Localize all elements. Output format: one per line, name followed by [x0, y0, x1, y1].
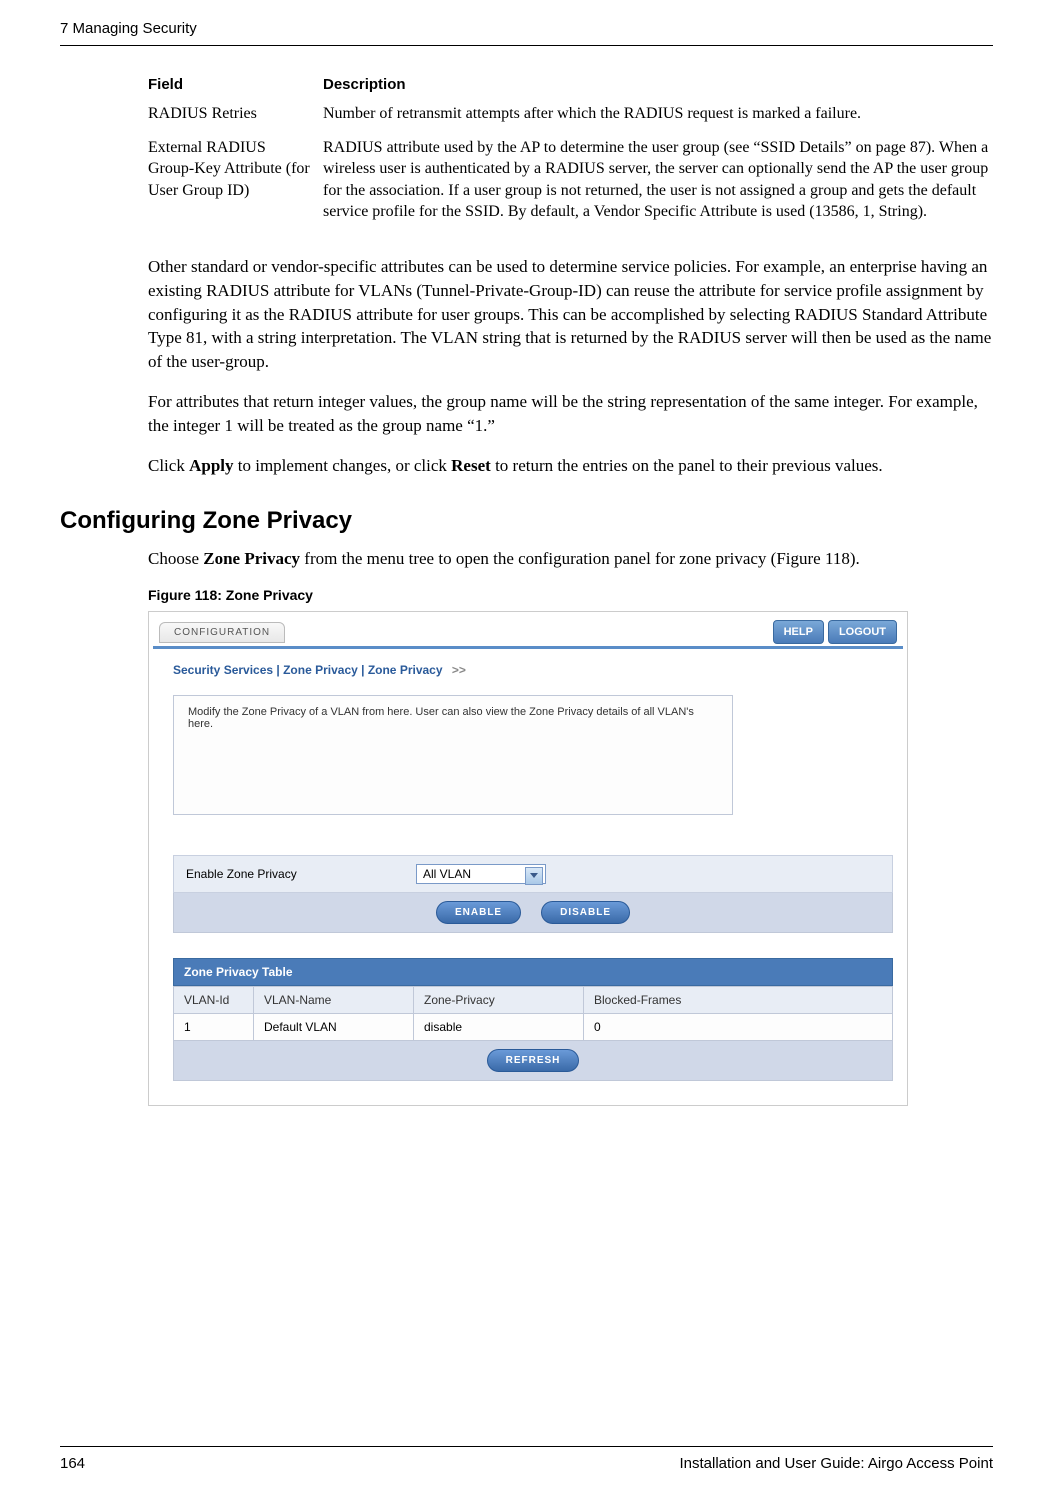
info-box: Modify the Zone Privacy of a VLAN from h… [173, 695, 733, 815]
field-cell: External RADIUS Group-Key Attribute (for… [148, 137, 323, 235]
table-title: Zone Privacy Table [173, 958, 893, 986]
text-fragment: to implement changes, or click [234, 456, 452, 475]
field-description-table: Field Description RADIUS Retries Number … [148, 76, 993, 235]
cell-zone-privacy: disable [414, 1014, 584, 1041]
disable-button[interactable]: DISABLE [541, 901, 630, 924]
breadcrumb: Security Services | Zone Privacy | Zone … [153, 646, 903, 687]
chevron-down-icon [530, 873, 538, 878]
enable-disable-button-row: ENABLE DISABLE [173, 893, 893, 933]
text-fragment: from the menu tree to open the configura… [300, 549, 860, 568]
section-intro: Choose Zone Privacy from the menu tree t… [148, 547, 993, 571]
enable-label: Enable Zone Privacy [186, 867, 416, 881]
page-header: 7 Managing Security [60, 0, 993, 46]
body-paragraph: Click Apply to implement changes, or cli… [148, 454, 993, 478]
column-header-field: Field [148, 76, 323, 103]
main-content: Field Description RADIUS Retries Number … [60, 46, 993, 1106]
config-bar: CONFIGURATION HELP LOGOUT [153, 616, 903, 644]
bold-zone-privacy: Zone Privacy [203, 549, 300, 568]
page-number: 164 [60, 1455, 85, 1472]
table-row: RADIUS Retries Number of retransmit atte… [148, 103, 993, 137]
vlan-dropdown[interactable]: All VLAN [416, 864, 546, 884]
breadcrumb-arrow-icon: >> [452, 663, 466, 677]
bold-reset: Reset [451, 456, 491, 475]
refresh-button-row: REFRESH [173, 1041, 893, 1081]
configuration-tab[interactable]: CONFIGURATION [159, 622, 285, 643]
cell-vlan-name: Default VLAN [254, 1014, 414, 1041]
chapter-label: 7 Managing Security [60, 20, 197, 37]
refresh-button[interactable]: REFRESH [487, 1049, 580, 1072]
panel-area: Modify the Zone Privacy of a VLAN from h… [153, 687, 903, 1101]
footer-title: Installation and User Guide: Airgo Acces… [679, 1455, 993, 1472]
text-fragment: Click [148, 456, 189, 475]
body-paragraph: Other standard or vendor-specific attrib… [148, 255, 993, 374]
table-row: External RADIUS Group-Key Attribute (for… [148, 137, 993, 235]
dropdown-value: All VLAN [423, 867, 471, 881]
cell-vlan-id: 1 [174, 1014, 254, 1041]
body-paragraph: For attributes that return integer value… [148, 390, 993, 438]
column-vlan-id: VLAN-Id [174, 987, 254, 1014]
page-footer: 164 Installation and User Guide: Airgo A… [60, 1446, 993, 1472]
breadcrumb-text: Security Services | Zone Privacy | Zone … [173, 663, 443, 677]
enable-button[interactable]: ENABLE [436, 901, 521, 924]
bold-apply: Apply [189, 456, 233, 475]
figure-screenshot: CONFIGURATION HELP LOGOUT Security Servi… [148, 611, 908, 1106]
logout-button[interactable]: LOGOUT [828, 620, 897, 644]
field-cell: RADIUS Retries [148, 103, 323, 137]
cell-blocked-frames: 0 [584, 1014, 893, 1041]
table-row: 1 Default VLAN disable 0 [174, 1014, 893, 1041]
column-header-description: Description [323, 76, 993, 103]
section-heading: Configuring Zone Privacy [60, 507, 993, 535]
text-fragment: Choose [148, 549, 203, 568]
figure-caption: Figure 118: Zone Privacy [148, 587, 993, 603]
description-cell: Number of retransmit attempts after whic… [323, 103, 993, 137]
zone-privacy-table-section: Zone Privacy Table VLAN-Id VLAN-Name Zon… [173, 958, 893, 1081]
enable-zone-privacy-row: Enable Zone Privacy All VLAN [173, 855, 893, 893]
column-vlan-name: VLAN-Name [254, 987, 414, 1014]
text-fragment: to return the entries on the panel to th… [491, 456, 883, 475]
zone-privacy-table: VLAN-Id VLAN-Name Zone-Privacy Blocked-F… [173, 986, 893, 1041]
column-blocked-frames: Blocked-Frames [584, 987, 893, 1014]
help-button[interactable]: HELP [773, 620, 824, 644]
column-zone-privacy: Zone-Privacy [414, 987, 584, 1014]
description-cell: RADIUS attribute used by the AP to deter… [323, 137, 993, 235]
